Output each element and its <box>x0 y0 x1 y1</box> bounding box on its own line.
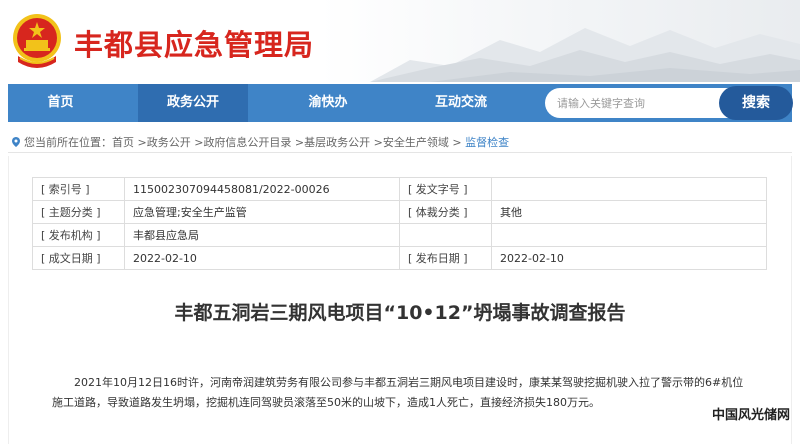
table-row: [ 主题分类 ] 应急管理;安全生产监管 [ 体裁分类 ] 其他 <box>32 200 767 224</box>
meta-value: 115002307094458081/2022-00026 <box>124 177 400 201</box>
breadcrumb-supervision[interactable]: 监督检查 <box>465 136 509 149</box>
table-row: [ 成文日期 ] 2022-02-10 [ 发布日期 ] 2022-02-10 <box>32 246 767 270</box>
breadcrumb-government-affairs[interactable]: 政务公开 <box>147 136 191 149</box>
meta-key: [ 发布日期 ] <box>399 246 492 270</box>
breadcrumb: 您当前所在位置：首页 >政务公开 >政府信息公开目录 >基层政务公开 >安全生产… <box>12 134 509 150</box>
meta-value <box>491 223 767 247</box>
breadcrumb-home[interactable]: 首页 <box>112 136 134 149</box>
breadcrumb-separator: > <box>370 136 383 149</box>
meta-key <box>399 223 492 247</box>
meta-value: 2022-02-10 <box>491 246 767 270</box>
mountain-background <box>370 28 800 82</box>
breadcrumb-separator: > <box>448 136 462 149</box>
meta-key: [ 发文字号 ] <box>399 177 492 201</box>
table-row: [ 发布机构 ] 丰都县应急局 <box>32 223 767 247</box>
breadcrumb-divider <box>8 152 792 153</box>
site-title: 丰都县应急管理局 <box>74 28 315 62</box>
national-emblem-icon <box>13 14 61 68</box>
site-header: 丰都县应急管理局 <box>0 0 800 82</box>
nav-item-government-affairs[interactable]: 政务公开 <box>138 84 248 122</box>
meta-key: [ 索引号 ] <box>32 177 125 201</box>
document-meta-table: [ 索引号 ] 115002307094458081/2022-00026 [ … <box>32 177 767 270</box>
nav-item-home[interactable]: 首页 <box>8 84 113 122</box>
meta-key: [ 主题分类 ] <box>32 200 125 224</box>
meta-value: 2022-02-10 <box>124 246 400 270</box>
article-paragraph: 2021年10月12日16时许，河南帝润建筑劳务有限公司参与丰都五洞岩三期风电项… <box>52 376 744 409</box>
breadcrumb-grassroots[interactable]: 基层政务公开 <box>304 136 370 149</box>
meta-value: 应急管理;安全生产监管 <box>124 200 400 224</box>
article-title: 丰都五洞岩三期风电项目“10•12”坍塌事故调查报告 <box>174 302 626 324</box>
breadcrumb-separator: > <box>134 136 147 149</box>
watermark: 中国风光储网 <box>711 408 790 423</box>
meta-key: [ 成文日期 ] <box>32 246 125 270</box>
table-row: [ 索引号 ] 115002307094458081/2022-00026 [ … <box>32 177 767 201</box>
breadcrumb-separator: > <box>190 136 204 149</box>
search-input[interactable] <box>557 93 725 113</box>
meta-key: [ 发布机构 ] <box>32 223 125 247</box>
meta-value: 其他 <box>491 200 767 224</box>
location-pin-icon <box>12 137 20 147</box>
meta-value: 丰都县应急局 <box>124 223 400 247</box>
breadcrumb-separator: > <box>291 136 305 149</box>
nav-item-interaction[interactable]: 互动交流 <box>406 84 516 122</box>
meta-value <box>491 177 767 201</box>
meta-key: [ 体裁分类 ] <box>399 200 492 224</box>
breadcrumb-info-catalog[interactable]: 政府信息公开目录 <box>203 136 291 149</box>
nav-item-yukuaiban[interactable]: 渝快办 <box>273 84 383 122</box>
breadcrumb-safety-production[interactable]: 安全生产领域 <box>383 136 449 149</box>
breadcrumb-prefix: 您当前所在位置： <box>24 136 112 149</box>
main-nav: 首页 政务公开 渝快办 互动交流 搜索 <box>8 84 793 122</box>
search-box <box>545 88 729 118</box>
search-button[interactable]: 搜索 <box>719 86 793 120</box>
